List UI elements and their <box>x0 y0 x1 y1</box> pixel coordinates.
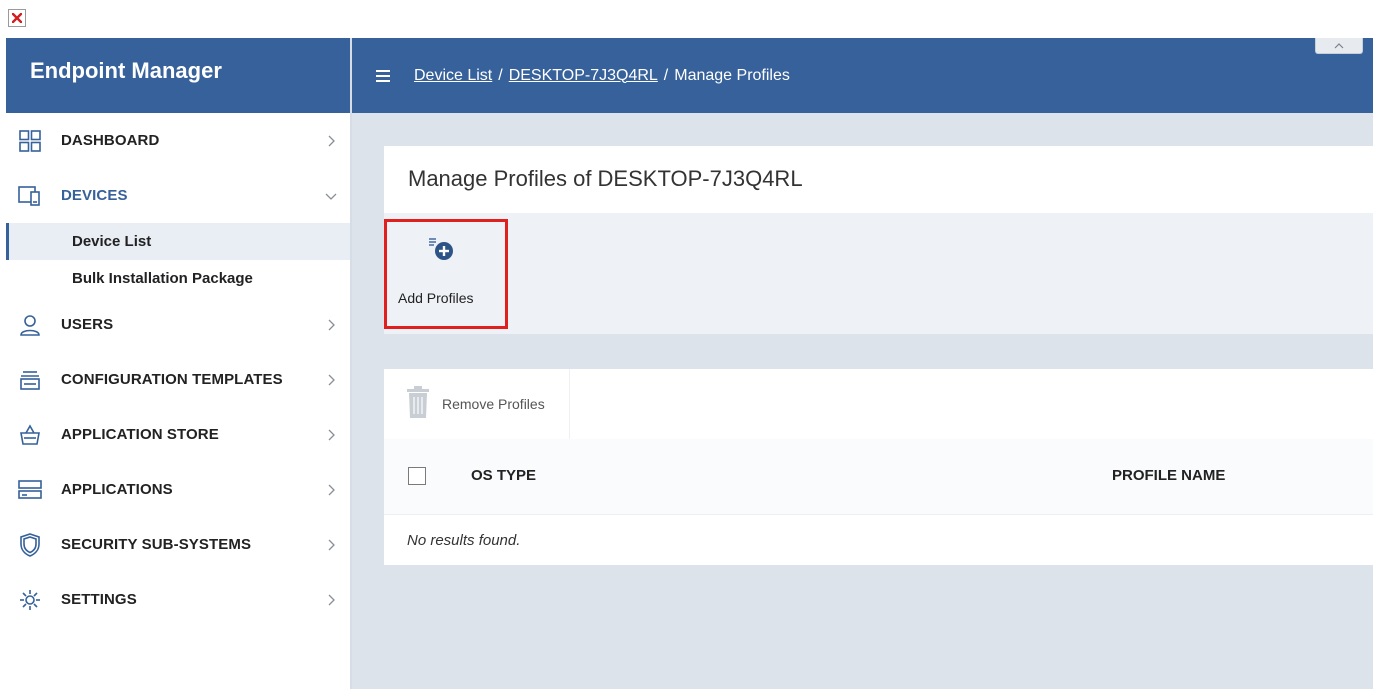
broken-image-icon <box>8 9 26 27</box>
gear-icon <box>18 588 42 612</box>
sidebar-item-label: APPLICATIONS <box>61 481 173 498</box>
shield-icon <box>18 532 42 557</box>
empty-results-message: No results found. <box>407 531 521 549</box>
breadcrumb-device-name[interactable]: DESKTOP-7J3Q4RL <box>509 67 658 84</box>
select-all-checkbox[interactable] <box>408 467 426 485</box>
basket-icon <box>18 423 42 447</box>
chevron-right-icon <box>328 429 335 440</box>
sidebar-item-security-sub-systems[interactable]: SECURITY SUB-SYSTEMS <box>6 517 351 572</box>
sidebar-item-label: USERS <box>61 316 114 333</box>
sidebar-item-dashboard[interactable]: DASHBOARD <box>6 113 351 168</box>
user-icon <box>18 313 42 337</box>
breadcrumb: Device List / DESKTOP-7J3Q4RL / Manage Profi… <box>414 67 790 85</box>
sidebar-item-configuration-templates[interactable]: CONFIGURATION TEMPLATES <box>6 352 351 407</box>
chevron-down-icon <box>325 193 337 200</box>
chevron-right-icon <box>328 374 335 385</box>
breadcrumb-separator: / <box>663 66 669 84</box>
dashboard-grid-icon <box>18 129 42 153</box>
chevron-right-icon <box>328 135 335 146</box>
page-header-card: Manage Profiles of DESKTOP-7J3Q4RL <box>384 146 1373 213</box>
top-bar: Device List / DESKTOP-7J3Q4RL / Manage Profi… <box>352 38 1373 113</box>
breadcrumb-current: Manage Profiles <box>674 66 790 84</box>
table-header: OS TYPE PROFILE NAME <box>384 439 1373 515</box>
chevron-right-icon <box>328 539 335 550</box>
actions-panel: Add Profiles <box>384 213 1373 334</box>
chevron-right-icon <box>328 319 335 330</box>
templates-icon <box>18 368 42 392</box>
add-list-icon <box>427 236 457 267</box>
hamburger-menu-icon[interactable] <box>376 67 390 85</box>
sidebar-item-applications[interactable]: APPLICATIONS <box>6 462 351 517</box>
sidebar-item-users[interactable]: USERS <box>6 297 351 352</box>
app-title: Endpoint Manager <box>6 38 351 113</box>
page-title: Manage Profiles of DESKTOP-7J3Q4RL <box>408 166 803 191</box>
applications-icon <box>18 478 42 502</box>
chevron-right-icon <box>328 484 335 495</box>
main-content: Device List / DESKTOP-7J3Q4RL / Manage Profi… <box>352 38 1373 689</box>
sidebar-subitem-bulk-installation-package[interactable]: Bulk Installation Package <box>6 260 351 297</box>
sidebar-item-label: DASHBOARD <box>61 132 160 149</box>
sidebar-item-devices[interactable]: DEVICES <box>6 168 351 223</box>
profiles-list-panel: Remove Profiles OS TYPE PROFILE NAME No … <box>384 369 1373 565</box>
sidebar-nav: DASHBOARD DEVICES Device List Bulk Insta… <box>6 113 351 627</box>
column-header-os-type[interactable]: OS TYPE <box>471 467 536 484</box>
chevron-right-icon <box>328 594 335 605</box>
add-profiles-button[interactable]: Add Profiles <box>384 219 508 329</box>
sidebar: Endpoint Manager DASHBOARD DEVICES Devic… <box>6 38 351 689</box>
sidebar-item-label: SETTINGS <box>61 591 137 608</box>
chevron-up-icon <box>1334 42 1344 48</box>
remove-profiles-button[interactable]: Remove Profiles <box>384 369 570 439</box>
sidebar-subitem-device-list[interactable]: Device List <box>6 223 351 260</box>
sidebar-item-label: DEVICES <box>61 187 128 204</box>
breadcrumb-device-list[interactable]: Device List <box>414 67 492 84</box>
add-profiles-label: Add Profiles <box>398 290 474 306</box>
sidebar-item-settings[interactable]: SETTINGS <box>6 572 351 627</box>
remove-profiles-label: Remove Profiles <box>442 396 545 412</box>
trash-icon <box>406 385 430 423</box>
devices-icon <box>18 184 42 208</box>
breadcrumb-separator: / <box>498 66 503 84</box>
list-toolbar: Remove Profiles <box>384 369 1373 439</box>
sidebar-item-label: SECURITY SUB-SYSTEMS <box>61 536 252 553</box>
sidebar-item-label: CONFIGURATION TEMPLATES <box>61 371 283 388</box>
sidebar-item-label: APPLICATION STORE <box>61 426 219 443</box>
column-header-profile-name[interactable]: PROFILE NAME <box>1112 467 1225 484</box>
collapse-header-button[interactable] <box>1315 38 1363 54</box>
top-strip <box>0 0 1373 38</box>
sidebar-item-application-store[interactable]: APPLICATION STORE <box>6 407 351 462</box>
